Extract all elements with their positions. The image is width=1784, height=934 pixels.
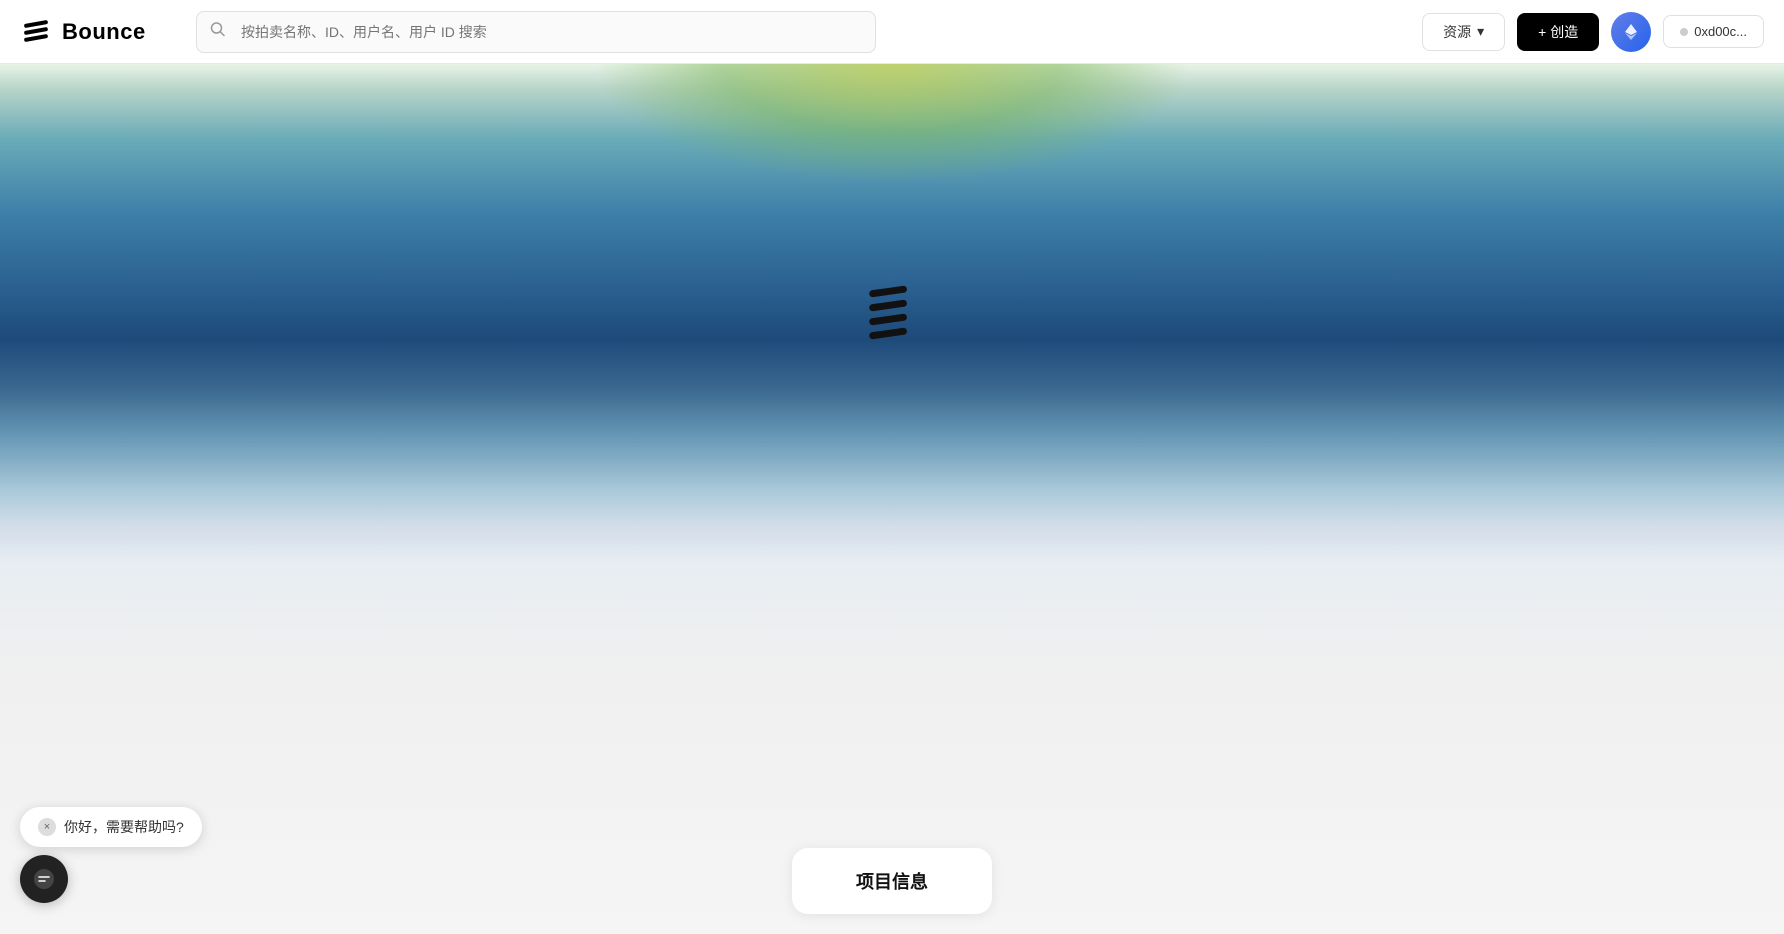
header-right: 资源 ▾ + 创造 0xd00c... bbox=[1422, 12, 1764, 52]
chat-bubble: × 你好，需要帮助吗? bbox=[20, 807, 202, 847]
create-label: + 创造 bbox=[1538, 22, 1578, 42]
chat-widget: × 你好，需要帮助吗? bbox=[20, 807, 202, 903]
wallet-button[interactable]: 0xd00c... bbox=[1663, 15, 1764, 48]
project-info-card: 项目信息 bbox=[792, 848, 992, 914]
chat-open-button[interactable] bbox=[20, 855, 68, 903]
logo-area: Bounce bbox=[20, 16, 180, 48]
header: Bounce 资源 ▾ + 创造 0xd00c... bbox=[0, 0, 1784, 64]
project-info-title: 项目信息 bbox=[856, 872, 928, 892]
main-content: 项目信息 bbox=[0, 0, 1784, 934]
hero-section bbox=[0, 64, 1784, 564]
logo-text: Bounce bbox=[62, 19, 146, 45]
eth-network-button[interactable] bbox=[1611, 12, 1651, 52]
chat-close-button[interactable]: × bbox=[38, 818, 56, 836]
chat-message: 你好，需要帮助吗? bbox=[64, 817, 184, 837]
hero-logo-center bbox=[867, 284, 917, 344]
lower-section: 项目信息 bbox=[0, 564, 1784, 934]
wallet-address: 0xd00c... bbox=[1694, 24, 1747, 39]
search-input[interactable] bbox=[196, 11, 876, 53]
bounce-loading-icon bbox=[867, 284, 917, 344]
search-bar bbox=[196, 11, 876, 53]
resources-label: 资源 bbox=[1443, 22, 1471, 42]
bounce-logo-icon bbox=[20, 16, 52, 48]
create-button[interactable]: + 创造 bbox=[1517, 13, 1599, 51]
chevron-down-icon: ▾ bbox=[1477, 23, 1484, 40]
search-icon bbox=[210, 21, 226, 42]
resources-button[interactable]: 资源 ▾ bbox=[1422, 13, 1505, 51]
wallet-status-dot bbox=[1680, 28, 1688, 36]
